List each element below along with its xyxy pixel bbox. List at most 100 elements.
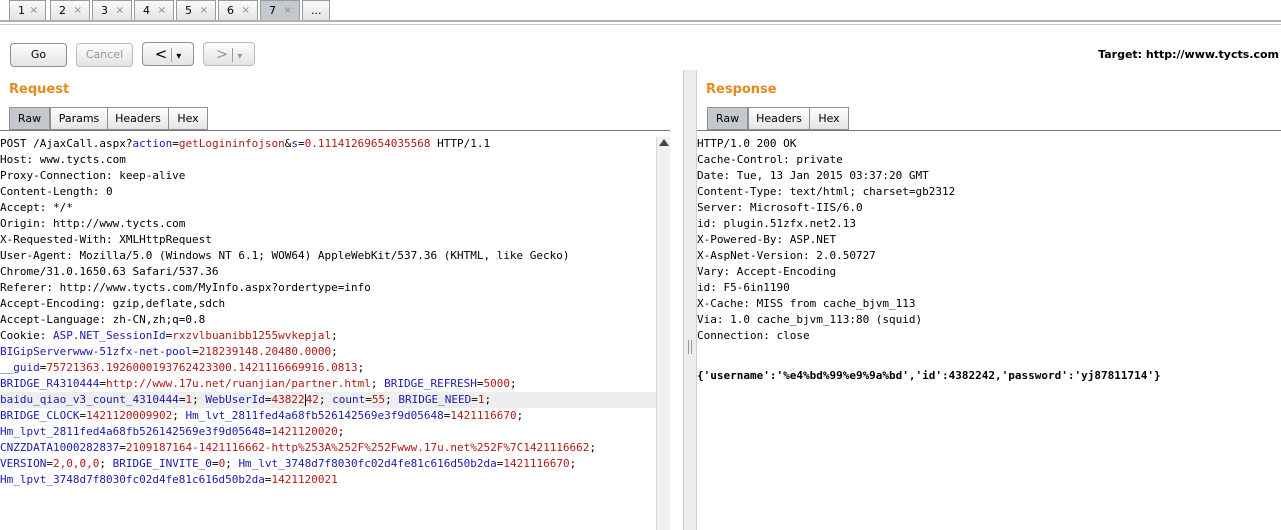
- request-text: ;: [99, 457, 113, 470]
- request-line: User-Agent: Mozilla/5.0 (Windows NT 6.1;…: [0, 248, 656, 264]
- request-text: ;: [225, 457, 239, 470]
- pane-splitter[interactable]: [683, 70, 697, 530]
- param-name: BRIDGE_CLOCK: [0, 409, 80, 422]
- tab-label: ...: [311, 4, 322, 17]
- request-line: POST /AjaxCall.aspx?action=getLogininfoj…: [0, 136, 656, 152]
- tab-headers[interactable]: Headers: [748, 107, 810, 130]
- param-name: Hm_lvt_3748d7f8030fc02d4fe81c616d50b2da: [238, 457, 497, 470]
- tab-6[interactable]: 6 ×: [218, 0, 258, 21]
- request-text: HTTP/1.1: [430, 137, 491, 150]
- response-editor[interactable]: HTTP/1.0 200 OK Cache-Control: private Dat…: [697, 136, 1281, 530]
- response-line: X-Powered-By: ASP.NET: [697, 233, 837, 246]
- close-icon[interactable]: ×: [30, 1, 38, 21]
- forward-button[interactable]: > ▾: [203, 42, 255, 66]
- response-line: [697, 344, 1281, 360]
- separator: [232, 47, 234, 62]
- separator: [171, 47, 173, 62]
- tab-label: 4: [143, 4, 150, 17]
- param-name: action: [132, 137, 173, 150]
- request-line: BRIDGE_CLOCK=1421120009902; Hm_lvt_2811f…: [0, 408, 656, 424]
- tab-label: 1: [18, 4, 25, 17]
- forward-menu-icon[interactable]: ▾: [237, 51, 242, 62]
- back-button[interactable]: < ▾: [142, 42, 194, 66]
- tab-5[interactable]: 5 ×: [176, 0, 216, 21]
- response-pane-border: [697, 130, 1281, 131]
- grip-icon: [688, 340, 692, 354]
- param-value: 1421120020: [271, 425, 338, 438]
- close-icon[interactable]: ×: [200, 1, 208, 21]
- param-name: CNZZDATA1000282837: [0, 441, 120, 454]
- back-arrow-icon: <: [154, 45, 168, 63]
- close-icon[interactable]: ×: [284, 1, 292, 21]
- response-line: id: plugin.51zfx.net2.13: [697, 217, 856, 230]
- tab-4[interactable]: 4 ×: [134, 0, 174, 21]
- request-text: =: [46, 457, 53, 470]
- close-icon[interactable]: ×: [242, 1, 250, 21]
- param-name: count: [332, 393, 366, 406]
- tab-1[interactable]: 1 ×: [9, 0, 46, 21]
- tab-new[interactable]: ...: [302, 0, 330, 21]
- response-line: X-AspNet-Version: 2.0.50727: [697, 249, 876, 262]
- request-line: Hm_lpvt_3748d7f8030fc02d4fe81c616d50b2da…: [0, 472, 656, 488]
- request-text: Proxy-Connection: keep-alive: [0, 169, 186, 182]
- target-label[interactable]: Target: http://www.tycts.com: [1098, 48, 1279, 61]
- close-icon[interactable]: ×: [116, 1, 124, 21]
- tab-raw[interactable]: Raw: [707, 107, 748, 130]
- request-line: baidu_qiao_v3_count_4310444=1; WebUserId…: [0, 392, 656, 408]
- tab-hex[interactable]: Hex: [809, 107, 849, 130]
- tab-hex[interactable]: Hex: [168, 107, 208, 130]
- response-line: Vary: Accept-Encoding: [697, 265, 837, 278]
- request-text: =: [365, 393, 372, 406]
- request-text: ;: [337, 425, 345, 438]
- param-value: 1421116670: [503, 457, 570, 470]
- tab-raw[interactable]: Raw: [9, 107, 50, 130]
- go-button[interactable]: Go: [10, 43, 67, 67]
- tabbar-divider: [0, 20, 1281, 22]
- param-name: Hm_lpvt_2811fed4a68fb526142569e3f9d05648: [0, 425, 265, 438]
- param-value: 1421120009902: [86, 409, 173, 422]
- request-text: =: [192, 345, 199, 358]
- scroll-up-icon[interactable]: [659, 139, 669, 146]
- response-line: X-Cache: MISS from cache_bjvm_113: [697, 297, 916, 310]
- param-value: 0.11141269654035568: [304, 137, 431, 150]
- param-name: WebUserId: [205, 393, 265, 406]
- request-text: =: [172, 137, 179, 150]
- close-icon[interactable]: ×: [74, 1, 82, 21]
- request-line: Content-Length: 0: [0, 184, 656, 200]
- response-line: Date: Tue, 13 Jan 2015 03:37:20 GMT: [697, 169, 929, 182]
- response-line: Via: 1.0 cache_bjvm_113:80 (squid): [697, 313, 923, 326]
- request-line: BRIDGE_R4310444=http://www.17u.net/ruanj…: [0, 376, 656, 392]
- param-value: 2,0,0,0: [52, 457, 100, 470]
- param-name: BIGipServerwww-51zfx-net-pool: [0, 345, 193, 358]
- cancel-button[interactable]: Cancel: [76, 43, 133, 67]
- request-text: =: [264, 393, 272, 406]
- param-value: 43822: [271, 393, 305, 406]
- request-scrollbar[interactable]: [656, 137, 670, 530]
- response-line: Connection: close: [697, 329, 810, 342]
- request-text: =: [119, 441, 126, 454]
- tab-headers[interactable]: Headers: [107, 107, 169, 130]
- request-text: =: [471, 393, 478, 406]
- param-name: BRIDGE_R4310444: [0, 377, 100, 390]
- tab-7[interactable]: 7 ×: [260, 0, 300, 22]
- param-value: 2109187164-1421116662-http%253A%252F%252…: [125, 441, 590, 454]
- tab-label: 7: [269, 4, 276, 17]
- param-value: rxzvlbuanibb1255wvkepjal: [172, 329, 332, 342]
- param-value: 42: [305, 393, 319, 406]
- request-tab-bar: 1 × 2 × 3 × 4 × 5 × 6 × 7 × ...: [0, 0, 1281, 22]
- close-icon[interactable]: ×: [158, 1, 166, 21]
- param-name: __guid: [0, 361, 40, 374]
- request-pane-border: [0, 130, 670, 131]
- request-title: Request: [9, 82, 70, 97]
- back-menu-icon[interactable]: ▾: [176, 51, 181, 62]
- param-name: Hm_lvt_2811fed4a68fb526142569e3f9d05648: [185, 409, 444, 422]
- request-text: ;: [192, 393, 206, 406]
- response-line: Server: Microsoft-IIS/6.0: [697, 201, 863, 214]
- tab-3[interactable]: 3 ×: [92, 0, 132, 21]
- param-value: http://www.17u.net/ruanjian/partner.html: [105, 377, 371, 390]
- request-text: Content-Length: 0: [0, 185, 113, 198]
- tab-params[interactable]: Params: [50, 107, 108, 130]
- request-editor[interactable]: POST /AjaxCall.aspx?action=getLogininfoj…: [0, 136, 656, 530]
- request-line: Origin: http://www.tycts.com: [0, 216, 656, 232]
- tab-2[interactable]: 2 ×: [50, 0, 90, 21]
